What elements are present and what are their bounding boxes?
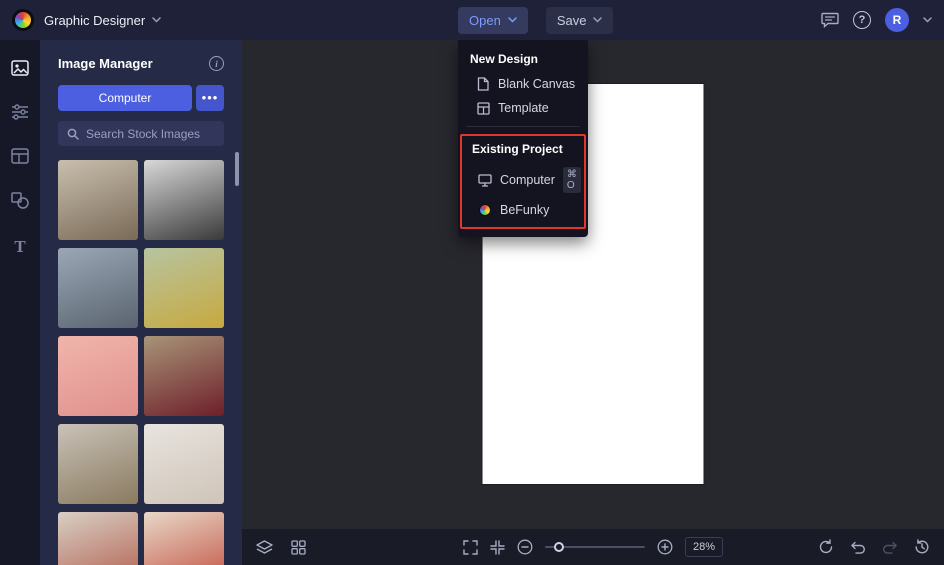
stock-image-thumbnail[interactable] — [144, 160, 224, 240]
text-tool-icon[interactable]: T — [14, 237, 25, 257]
stock-image-thumbnail[interactable] — [58, 248, 138, 328]
menu-section-header: Existing Project — [472, 142, 563, 156]
menu-item-label: Computer — [500, 173, 555, 187]
zoom-out-icon[interactable] — [517, 539, 533, 555]
grid-view-icon[interactable] — [291, 539, 306, 555]
graphics-icon[interactable] — [11, 192, 29, 209]
fullscreen-icon[interactable] — [463, 539, 478, 555]
chevron-down-icon[interactable] — [923, 17, 932, 23]
stock-image-thumbnail[interactable] — [58, 512, 138, 565]
annotation-highlight-box: Existing Project Computer ⌘ O BeFunky — [460, 134, 586, 229]
blank-canvas-icon — [476, 77, 490, 91]
layers-icon[interactable] — [256, 539, 273, 555]
chevron-down-icon — [508, 17, 517, 23]
stock-image-thumbnail[interactable] — [144, 336, 224, 416]
image-manager-panel: Image Manager i Computer ••• — [40, 40, 242, 565]
menu-item-label: Blank Canvas — [498, 77, 576, 91]
app-mode-menu[interactable]: Graphic Designer — [44, 13, 161, 28]
thumbnail-grid — [58, 160, 224, 565]
edit-adjustments-icon[interactable] — [11, 104, 29, 120]
user-avatar[interactable]: R — [885, 8, 909, 32]
zoom-slider-handle[interactable] — [553, 542, 564, 552]
computer-source-button[interactable]: Computer — [58, 85, 192, 111]
chevron-down-icon — [593, 17, 603, 23]
info-icon[interactable]: i — [209, 56, 224, 71]
bottom-bar: 28% — [242, 529, 944, 565]
open-button[interactable]: Open — [458, 6, 528, 34]
top-bar: Graphic Designer Open Save ? R — [0, 0, 944, 40]
stock-image-thumbnail[interactable] — [58, 336, 138, 416]
panel-scrollbar[interactable] — [235, 152, 239, 186]
panel-title: Image Manager — [58, 56, 153, 71]
refresh-canvas-icon[interactable] — [818, 539, 834, 555]
save-button[interactable]: Save — [545, 6, 614, 34]
menu-item-computer[interactable]: Computer ⌘ O — [468, 162, 581, 198]
app-mode-label: Graphic Designer — [44, 12, 146, 28]
keyboard-shortcut-badge: ⌘ O — [562, 167, 581, 193]
menu-item-blank-canvas[interactable]: Blank Canvas — [466, 72, 580, 96]
befunky-logo-icon[interactable] — [12, 9, 34, 31]
history-icon[interactable] — [914, 539, 930, 555]
stock-image-thumbnail[interactable] — [144, 248, 224, 328]
menu-item-template[interactable]: Template — [466, 96, 580, 120]
stock-search-box[interactable] — [58, 121, 224, 146]
search-input[interactable] — [86, 126, 215, 141]
befunky-logo-icon — [478, 204, 492, 216]
canvas-area: New Design Blank Canvas Template Existin… — [242, 40, 944, 565]
menu-divider — [466, 126, 580, 127]
chevron-down-icon — [152, 17, 161, 23]
menu-item-befunky[interactable]: BeFunky — [468, 198, 578, 222]
stock-image-thumbnail[interactable] — [144, 512, 224, 565]
app-window: Graphic Designer Open Save ? R T Image M… — [0, 0, 944, 565]
save-button-label: Save — [556, 12, 587, 28]
redo-icon[interactable] — [882, 540, 898, 554]
stock-image-thumbnail[interactable] — [58, 160, 138, 240]
help-icon[interactable]: ? — [853, 11, 871, 29]
stock-image-thumbnail[interactable] — [144, 424, 224, 504]
fit-to-screen-icon[interactable] — [490, 539, 505, 555]
computer-icon — [478, 173, 492, 187]
menu-item-label: BeFunky — [500, 203, 550, 217]
feedback-comment-icon[interactable] — [821, 12, 839, 28]
zoom-level-badge[interactable]: 28% — [684, 537, 724, 557]
zoom-in-icon[interactable] — [657, 539, 673, 555]
open-dropdown-menu: New Design Blank Canvas Template Existin… — [458, 40, 588, 237]
template-icon — [476, 101, 490, 115]
left-tool-rail: T — [0, 40, 40, 565]
open-button-label: Open — [469, 12, 501, 28]
zoom-slider[interactable] — [544, 542, 645, 552]
undo-icon[interactable] — [850, 540, 866, 554]
image-manager-icon[interactable] — [11, 60, 29, 76]
stock-image-thumbnail[interactable] — [58, 424, 138, 504]
more-sources-button[interactable]: ••• — [196, 85, 224, 111]
templates-icon[interactable] — [11, 148, 29, 164]
search-icon — [67, 128, 79, 140]
menu-item-label: Template — [498, 101, 549, 115]
menu-section-header: New Design — [470, 52, 539, 66]
